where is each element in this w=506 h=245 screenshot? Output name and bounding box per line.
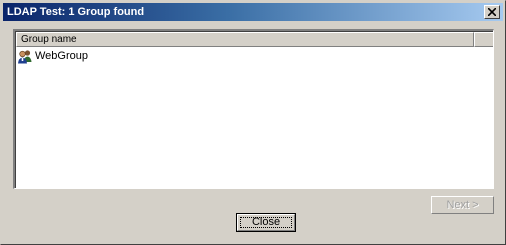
column-header-filler (474, 32, 493, 47)
close-button-label: Close (251, 216, 281, 228)
close-icon (488, 8, 496, 16)
column-header-group-name[interactable]: Group name (16, 32, 474, 47)
window-title: LDAP Test: 1 Group found (7, 6, 145, 18)
next-button[interactable]: Next > (431, 196, 494, 214)
ldap-test-dialog: LDAP Test: 1 Group found Group name WebG… (0, 0, 506, 245)
list-header: Group name (16, 32, 493, 47)
title-close-button[interactable] (484, 5, 500, 19)
title-bar[interactable]: LDAP Test: 1 Group found (3, 3, 503, 21)
group-user-icon (18, 49, 32, 63)
close-button[interactable]: Close (236, 213, 296, 232)
list-item[interactable]: WebGroup (17, 48, 88, 64)
group-list[interactable]: Group name WebGroup (13, 29, 494, 189)
group-name: WebGroup (35, 50, 88, 62)
